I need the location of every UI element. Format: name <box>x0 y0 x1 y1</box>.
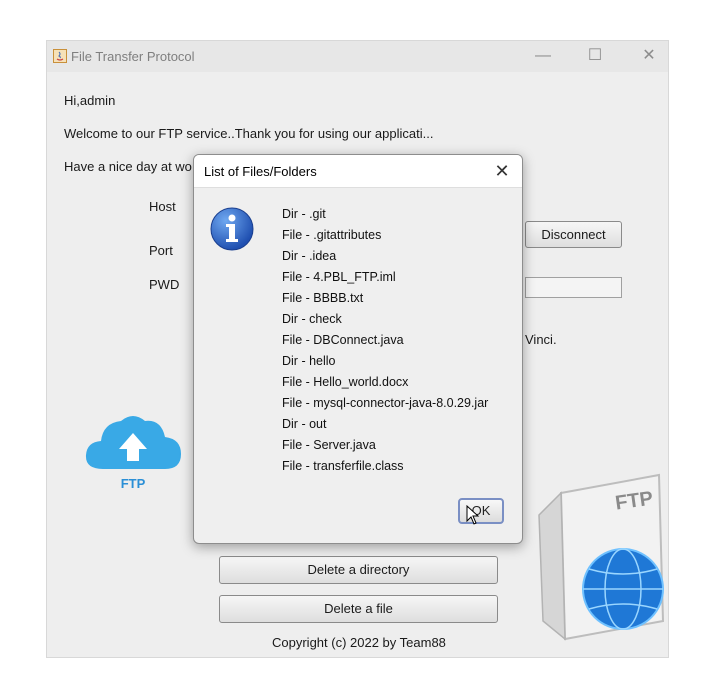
file-list: Dir - .git File - .gitattributes Dir - .… <box>282 204 488 477</box>
delete-file-button[interactable]: Delete a file <box>219 595 498 623</box>
nice-day-text: Have a nice day at wo <box>64 159 192 174</box>
list-item: Dir - check <box>282 312 342 326</box>
dialog-close-button[interactable]: ✕ <box>490 159 514 183</box>
info-icon <box>210 207 254 251</box>
partial-text-vinci: Vinci. <box>525 332 557 347</box>
mouse-cursor-icon <box>466 505 480 525</box>
list-item: Dir - hello <box>282 354 336 368</box>
close-window-button[interactable]: ✕ <box>637 46 661 66</box>
list-item: File - .gitattributes <box>282 228 382 242</box>
disconnect-button[interactable]: Disconnect <box>525 221 622 248</box>
list-item: Dir - .idea <box>282 249 337 263</box>
copyright-text: Copyright (c) 2022 by Team88 <box>272 635 446 650</box>
ok-button[interactable]: OK <box>458 498 504 524</box>
maximize-button[interactable]: ☐ <box>583 46 607 66</box>
minimize-button[interactable]: — <box>531 46 555 66</box>
list-item: Dir - .git <box>282 207 326 221</box>
list-item: File - mysql-connector-java-8.0.29.jar <box>282 396 489 410</box>
dialog-title-bar: List of Files/Folders ✕ <box>194 155 522 188</box>
welcome-text: Welcome to our FTP service..Thank you fo… <box>64 126 434 141</box>
dialog-title: List of Files/Folders <box>204 164 317 179</box>
ftp-logo-text: FTP <box>121 476 146 491</box>
host-label: Host <box>149 199 176 214</box>
greeting-text: Hi,admin <box>64 93 116 108</box>
java-app-icon <box>53 49 67 63</box>
list-item: File - 4.PBL_FTP.iml <box>282 270 396 284</box>
list-item: Dir - out <box>282 417 327 431</box>
delete-directory-button[interactable]: Delete a directory <box>219 556 498 584</box>
ftp-document-globe-icon: FTP <box>538 473 665 641</box>
list-item: File - Server.java <box>282 438 376 452</box>
window-title: File Transfer Protocol <box>71 49 195 64</box>
port-label: Port <box>149 243 173 258</box>
pwd-field[interactable] <box>525 277 622 298</box>
pwd-label: PWD <box>149 277 180 292</box>
file-list-dialog: List of Files/Folders ✕ Dir - .git File … <box>193 154 523 544</box>
list-item: File - BBBB.txt <box>282 291 364 305</box>
list-item: File - Hello_world.docx <box>282 375 409 389</box>
list-item: File - transferfile.class <box>282 459 404 473</box>
title-bar: File Transfer Protocol — ☐ ✕ <box>47 41 668 72</box>
list-item: File - DBConnect.java <box>282 333 404 347</box>
ftp-cloud-logo: FTP <box>85 416 181 491</box>
